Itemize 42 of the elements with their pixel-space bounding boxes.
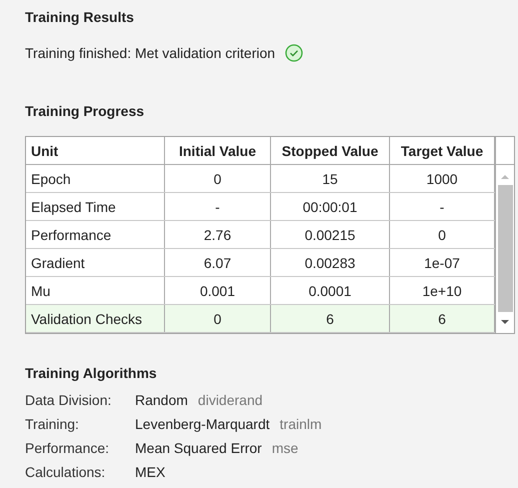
- table-cell: -: [390, 192, 494, 220]
- table-cell: -: [164, 192, 270, 220]
- table-cell: Elapsed Time: [26, 192, 164, 220]
- table-cell: Validation Checks: [26, 304, 164, 332]
- table-cell: 1e+10: [390, 276, 494, 304]
- table-cell: 1e-07: [390, 248, 494, 276]
- field-label: Performance:: [25, 440, 110, 456]
- table-cell: 0.00215: [270, 220, 390, 248]
- table-cell: 6.07: [164, 248, 270, 276]
- section-title: Training Results: [25, 8, 135, 26]
- table-cell: 0: [390, 220, 494, 248]
- table-cell: 0.0001: [270, 276, 390, 304]
- section-title: Training Progress: [25, 102, 146, 120]
- function-name: mse: [272, 440, 298, 456]
- field-value: Levenberg-Marquardt: [135, 416, 270, 432]
- field-value: Random: [135, 392, 188, 408]
- function-name: dividerand: [198, 392, 263, 408]
- table-cell: 6: [390, 304, 494, 332]
- table-cell: 00:00:01: [270, 192, 390, 220]
- table-cell: Mu: [26, 276, 164, 304]
- table-cell: 6: [270, 304, 390, 332]
- field-label: Data Division:: [25, 392, 112, 408]
- scrollbar-thumb[interactable]: [498, 185, 512, 312]
- function-name: trainlm: [280, 416, 322, 432]
- table-cell: Performance: [26, 220, 164, 248]
- table-cell: Epoch: [26, 164, 164, 192]
- field-label: Training:: [25, 416, 80, 432]
- table-cell: Gradient: [26, 248, 164, 276]
- section-title: Training Algorithms: [25, 364, 158, 382]
- scroll-down-icon[interactable]: [501, 319, 509, 325]
- table-cell: 0.001: [164, 276, 270, 304]
- table-cell: 15: [270, 164, 390, 192]
- table-cell: 1000: [390, 164, 494, 192]
- scroll-up-icon[interactable]: [501, 174, 509, 180]
- table-cell: 0: [164, 304, 270, 332]
- field-label: Calculations:: [25, 464, 106, 480]
- table-cell: 2.76: [164, 220, 270, 248]
- status-text: Training finished: Met validation criterion: [25, 45, 276, 61]
- field-value: Mean Squared Error: [135, 440, 262, 456]
- table-cell: 0.00283: [270, 248, 390, 276]
- table-cell: 0: [164, 164, 270, 192]
- field-value: MEX: [135, 464, 166, 480]
